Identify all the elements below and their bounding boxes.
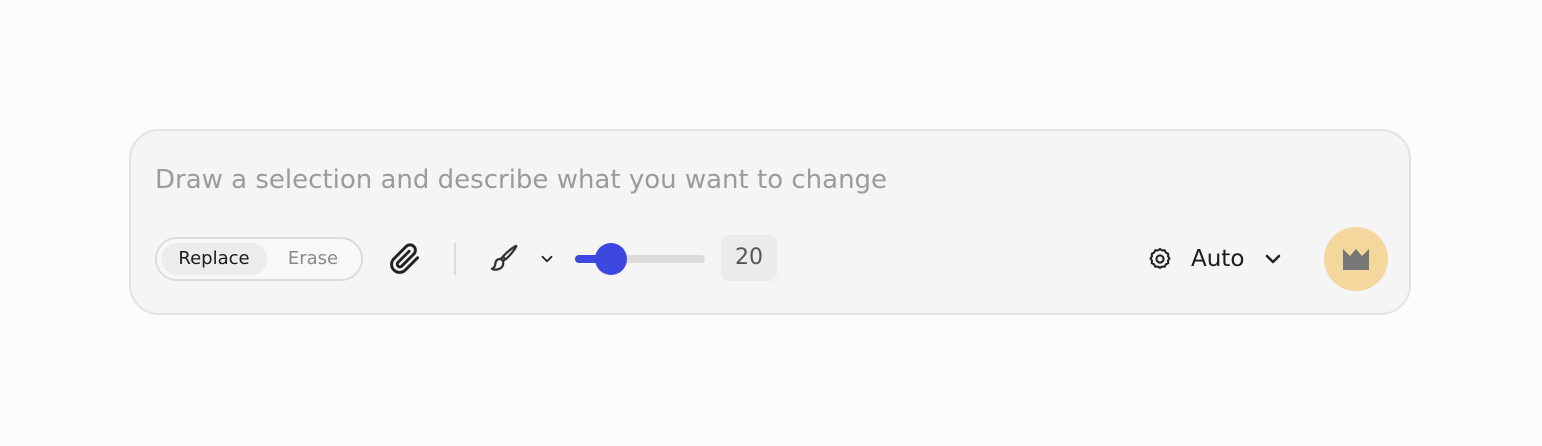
brush-options-dropdown[interactable] [535, 247, 559, 271]
brush-tool-button[interactable] [485, 239, 523, 277]
attach-button[interactable] [387, 241, 423, 277]
brush-size-slider[interactable] [575, 241, 707, 277]
brush-size-value: 20 [721, 235, 777, 281]
composer-toolbar: Replace Erase 20 Auto [131, 227, 1409, 295]
chevron-down-icon [1265, 254, 1281, 264]
toolbar-divider [454, 243, 456, 275]
replace-mode-button[interactable]: Replace [161, 243, 267, 275]
model-select-label: Auto [1191, 246, 1245, 272]
model-select[interactable]: Auto [1147, 237, 1283, 281]
crown-icon [1343, 249, 1369, 270]
submit-button[interactable] [1324, 227, 1388, 291]
chevron-down-icon [541, 255, 553, 263]
prompt-input[interactable] [155, 157, 1155, 203]
edit-prompt-composer: Replace Erase 20 [129, 129, 1411, 315]
gear-icon [1149, 248, 1171, 269]
paperclip-icon [390, 243, 419, 274]
brush-icon [490, 244, 518, 271]
mode-toggle: Replace Erase [155, 237, 363, 281]
erase-mode-button[interactable]: Erase [271, 243, 355, 275]
slider-thumb[interactable] [594, 243, 627, 275]
